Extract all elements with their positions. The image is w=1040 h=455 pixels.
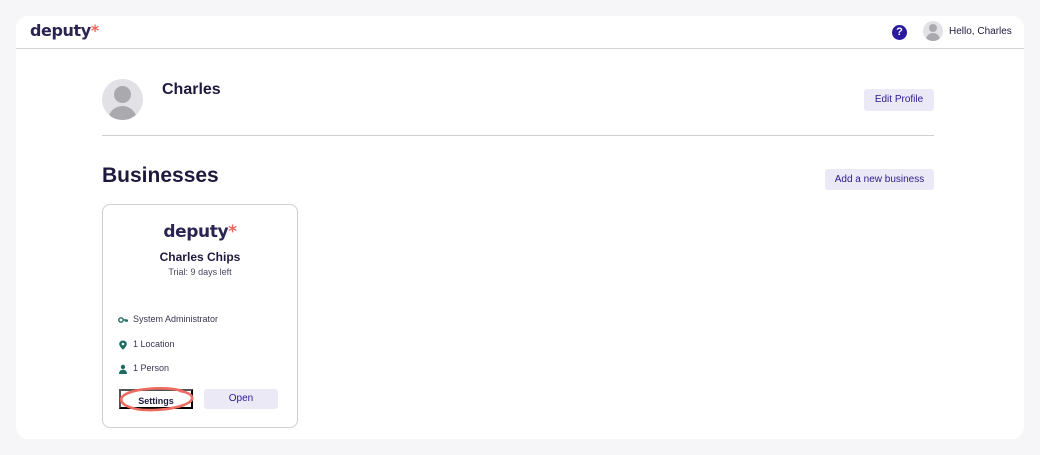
add-business-button[interactable]: Add a new business bbox=[825, 169, 934, 190]
role-text: System Administrator bbox=[133, 314, 219, 324]
trial-status: Trial: 9 days left bbox=[168, 267, 232, 277]
section-divider bbox=[102, 135, 934, 136]
deputy-logo[interactable]: deputy* bbox=[30, 21, 99, 40]
people-text: 1 Person bbox=[133, 363, 170, 373]
profile-name: Charles bbox=[162, 81, 221, 98]
user-avatar-icon[interactable] bbox=[923, 21, 943, 41]
edit-profile-button[interactable]: Edit Profile bbox=[864, 89, 934, 111]
logo-asterisk-icon: * bbox=[90, 21, 99, 40]
logo-asterisk-icon: * bbox=[228, 222, 237, 242]
user-greeting[interactable]: Hello, Charles bbox=[949, 26, 1012, 37]
help-icon[interactable]: ? bbox=[892, 25, 907, 40]
settings-button[interactable]: Settings bbox=[119, 389, 193, 409]
location-text: 1 Location bbox=[133, 339, 175, 349]
key-icon bbox=[118, 317, 128, 323]
business-card: deputy* Charles Chips Trial: 9 days left… bbox=[102, 204, 298, 428]
logo-text: deputy bbox=[30, 21, 91, 40]
top-bar: deputy* ? Hello, Charles bbox=[16, 16, 1024, 49]
logo-text: deputy bbox=[163, 222, 229, 242]
location-pin-icon bbox=[119, 340, 127, 350]
businesses-heading: Businesses bbox=[102, 164, 219, 187]
app-window: deputy* ? Hello, Charles Charles Edit Pr… bbox=[16, 16, 1024, 439]
profile-avatar-icon bbox=[102, 79, 143, 120]
open-business-button[interactable]: Open bbox=[204, 389, 278, 409]
business-logo: deputy* bbox=[103, 222, 297, 242]
business-name: Charles Chips bbox=[159, 250, 241, 264]
person-icon bbox=[119, 364, 127, 374]
